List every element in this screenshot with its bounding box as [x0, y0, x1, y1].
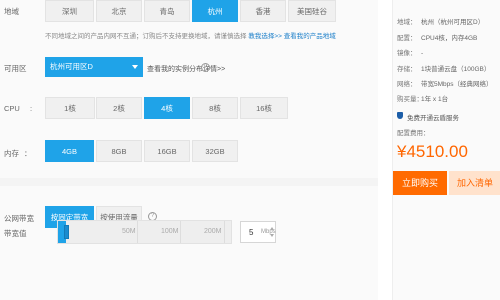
tick-divider	[224, 221, 225, 243]
chevron-down-icon	[132, 65, 138, 69]
tick-label-100m: 100M	[161, 228, 179, 235]
region-option-hangzhou[interactable]: 杭州	[192, 0, 238, 22]
cpu-option-1[interactable]: 1核	[45, 97, 95, 119]
summary-storage: 存储： 1块普通云盘（100GB）	[397, 66, 491, 73]
zone-label: 可用区	[4, 64, 27, 73]
bandwidth-value-label: 带宽值	[4, 229, 27, 238]
summary-config: 配置： CPU4核，内存4GB	[397, 35, 478, 42]
zone-select-value: 杭州可用区D	[50, 62, 93, 71]
my-regions-link[interactable]: 查看我的产品地域	[284, 33, 336, 40]
instance-config-section: 地域 深圳 北京 青岛 杭州 香港 美国硅谷 不同地域之间的产品内网不互通；订购…	[0, 0, 378, 178]
cloud-shield-promo: 免费开通云盾服务	[407, 115, 459, 122]
cpu-option-16[interactable]: 16核	[240, 97, 288, 119]
tick-label-200m: 200M	[204, 228, 222, 235]
zone-select[interactable]: 杭州可用区D	[45, 57, 143, 77]
region-option-qingdao[interactable]: 青岛	[144, 0, 190, 22]
help-icon[interactable]: ?	[201, 63, 210, 72]
bandwidth-input[interactable]: 5 Mbps	[240, 221, 276, 243]
region-option-beijing[interactable]: 北京	[96, 0, 142, 22]
bandwidth-slider[interactable]: 50M 100M 200M	[57, 220, 232, 244]
summary-region: 地域： 杭州（杭州可用区D）	[397, 19, 485, 26]
cpu-option-2[interactable]: 2核	[96, 97, 142, 119]
add-to-list-button[interactable]: 加入清单	[449, 171, 500, 195]
tick-label-50m: 50M	[122, 228, 136, 235]
memory-option-32gb[interactable]: 32GB	[192, 140, 238, 162]
cpu-option-8[interactable]: 8核	[192, 97, 238, 119]
summary-network: 网络： 带宽5Mbps（经典网络）	[397, 81, 493, 88]
config-panel: 地域 深圳 北京 青岛 杭州 香港 美国硅谷 不同地域之间的产品内网不互通；订购…	[0, 0, 378, 300]
region-option-silicon-valley[interactable]: 美国硅谷	[288, 0, 336, 22]
region-option-shenzhen[interactable]: 深圳	[45, 0, 94, 22]
region-note-text: 不同地域之间的产品内网不互通；订购后不支持更换地域，请谨慎选择	[45, 33, 247, 40]
memory-label: 内存	[4, 149, 19, 158]
region-note: 不同地域之间的产品内网不互通；订购后不支持更换地域，请谨慎选择 教我选择>> 查…	[45, 30, 336, 40]
increment-icon[interactable]	[270, 227, 274, 230]
instance-distribution-link[interactable]: 查看我的实例分布详情>>	[147, 64, 225, 74]
buy-now-button[interactable]: 立即购买	[393, 171, 447, 195]
cpu-option-4[interactable]: 4核	[144, 97, 190, 119]
tick-divider	[180, 221, 181, 243]
summary-quantity: 购买量：1年 x 1台	[397, 96, 449, 103]
tick-divider	[137, 221, 138, 243]
divider	[378, 0, 392, 300]
cpu-label-colon: :	[30, 104, 33, 113]
memory-option-4gb[interactable]: 4GB	[45, 140, 94, 162]
cpu-label: CPU	[4, 104, 20, 113]
total-price: ¥4510.00	[397, 142, 468, 161]
summary-image: 镜像： -	[397, 50, 424, 57]
bandwidth-input-value: 5	[249, 228, 254, 237]
region-option-hongkong[interactable]: 香港	[240, 0, 286, 22]
bandwidth-slider-handle[interactable]	[63, 225, 69, 239]
shield-icon	[397, 112, 403, 119]
fee-label: 配置费用：	[397, 130, 430, 137]
region-help-link[interactable]: 教我选择>>	[248, 33, 282, 40]
order-summary: 地域： 杭州（杭州可用区D） 配置： CPU4核，内存4GB 镜像： - 存储： 1块普…	[392, 0, 500, 300]
memory-option-8gb[interactable]: 8GB	[96, 140, 142, 162]
decrement-icon[interactable]	[270, 234, 274, 237]
region-label: 地域	[4, 7, 19, 16]
bandwidth-type-label: 公网带宽	[4, 214, 34, 223]
memory-option-16gb[interactable]: 16GB	[144, 140, 190, 162]
memory-label-colon: ：	[24, 149, 32, 158]
